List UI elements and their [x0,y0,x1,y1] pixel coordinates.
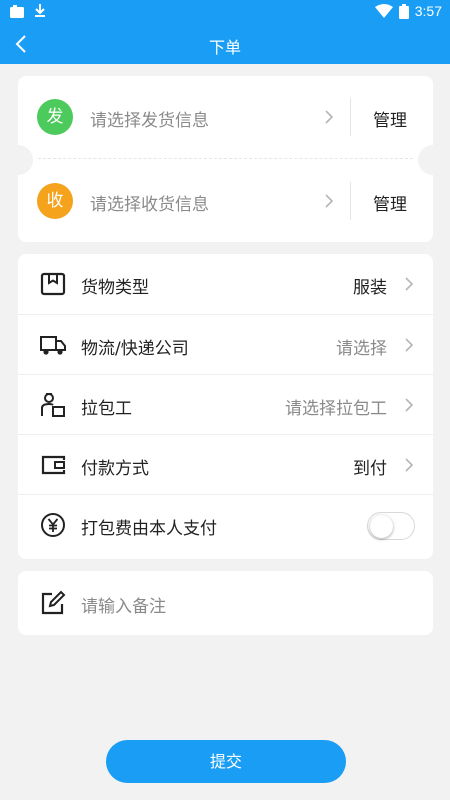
options-card: 货物类型 服装 物流/快递公司 请选择 拉包工 请选择拉包工 付款方式 到付 打… [18,254,433,559]
chevron-right-icon [325,110,334,124]
status-bar: 3:57 [0,0,450,24]
toolbar: 下单 [0,24,450,64]
yuan-icon [41,513,65,537]
chevron-right-icon [405,277,414,291]
receiver-info-row[interactable]: 收 请选择收货信息 管理 [18,166,433,236]
chevron-right-icon [405,458,414,472]
battery-icon [398,3,409,19]
card-notch [418,145,448,175]
wallet-icon [41,455,66,475]
status-time: 3:57 [414,3,442,19]
sender-badge: 发 [37,99,73,135]
packer-row[interactable]: 拉包工 请选择拉包工 [18,374,433,434]
sender-manage-button[interactable]: 管理 [373,106,407,131]
edit-icon [41,590,66,615]
packer-label: 拉包工 [81,399,132,419]
notification-icon [10,4,24,18]
payment-value: 到付 [353,459,387,479]
address-card: 发 请选择发货信息 管理 收 请选择收货信息 管理 [18,76,433,242]
receiver-placeholder[interactable]: 请选择收货信息 [90,190,209,215]
receiver-badge: 收 [37,183,73,219]
packing-fee-toggle[interactable] [367,512,415,540]
goods-type-label: 货物类型 [81,278,149,298]
logistics-value: 请选择 [336,339,387,359]
truck-icon [40,336,66,355]
remark-input[interactable]: 请输入备注 [81,592,166,617]
goods-type-value: 服装 [353,278,387,298]
logistics-row[interactable]: 物流/快递公司 请选择 [18,314,433,374]
divider [38,158,413,159]
payment-label: 付款方式 [81,459,149,479]
submit-button[interactable]: 提交 [106,740,346,783]
wifi-icon [374,4,393,18]
receiver-manage-button[interactable]: 管理 [373,190,407,215]
porter-icon [41,393,65,417]
payment-row[interactable]: 付款方式 到付 [18,434,433,494]
chevron-right-icon [325,194,334,208]
packing-fee-row: 打包费由本人支付 [18,494,433,559]
page-title: 下单 [208,38,241,57]
logistics-label: 物流/快递公司 [81,339,189,359]
goods-type-row[interactable]: 货物类型 服装 [18,254,433,314]
chevron-right-icon [405,338,414,352]
packing-fee-label: 打包费由本人支付 [81,519,217,539]
toggle-knob [370,515,393,538]
package-icon [40,272,66,296]
sender-placeholder[interactable]: 请选择发货信息 [90,106,209,131]
sender-info-row[interactable]: 发 请选择发货信息 管理 [18,82,433,152]
packer-value: 请选择拉包工 [285,399,387,419]
chevron-right-icon [405,398,414,412]
card-notch [3,145,33,175]
download-icon [35,4,45,17]
divider [350,98,351,136]
divider [350,182,351,220]
remark-card[interactable]: 请输入备注 [18,571,433,635]
